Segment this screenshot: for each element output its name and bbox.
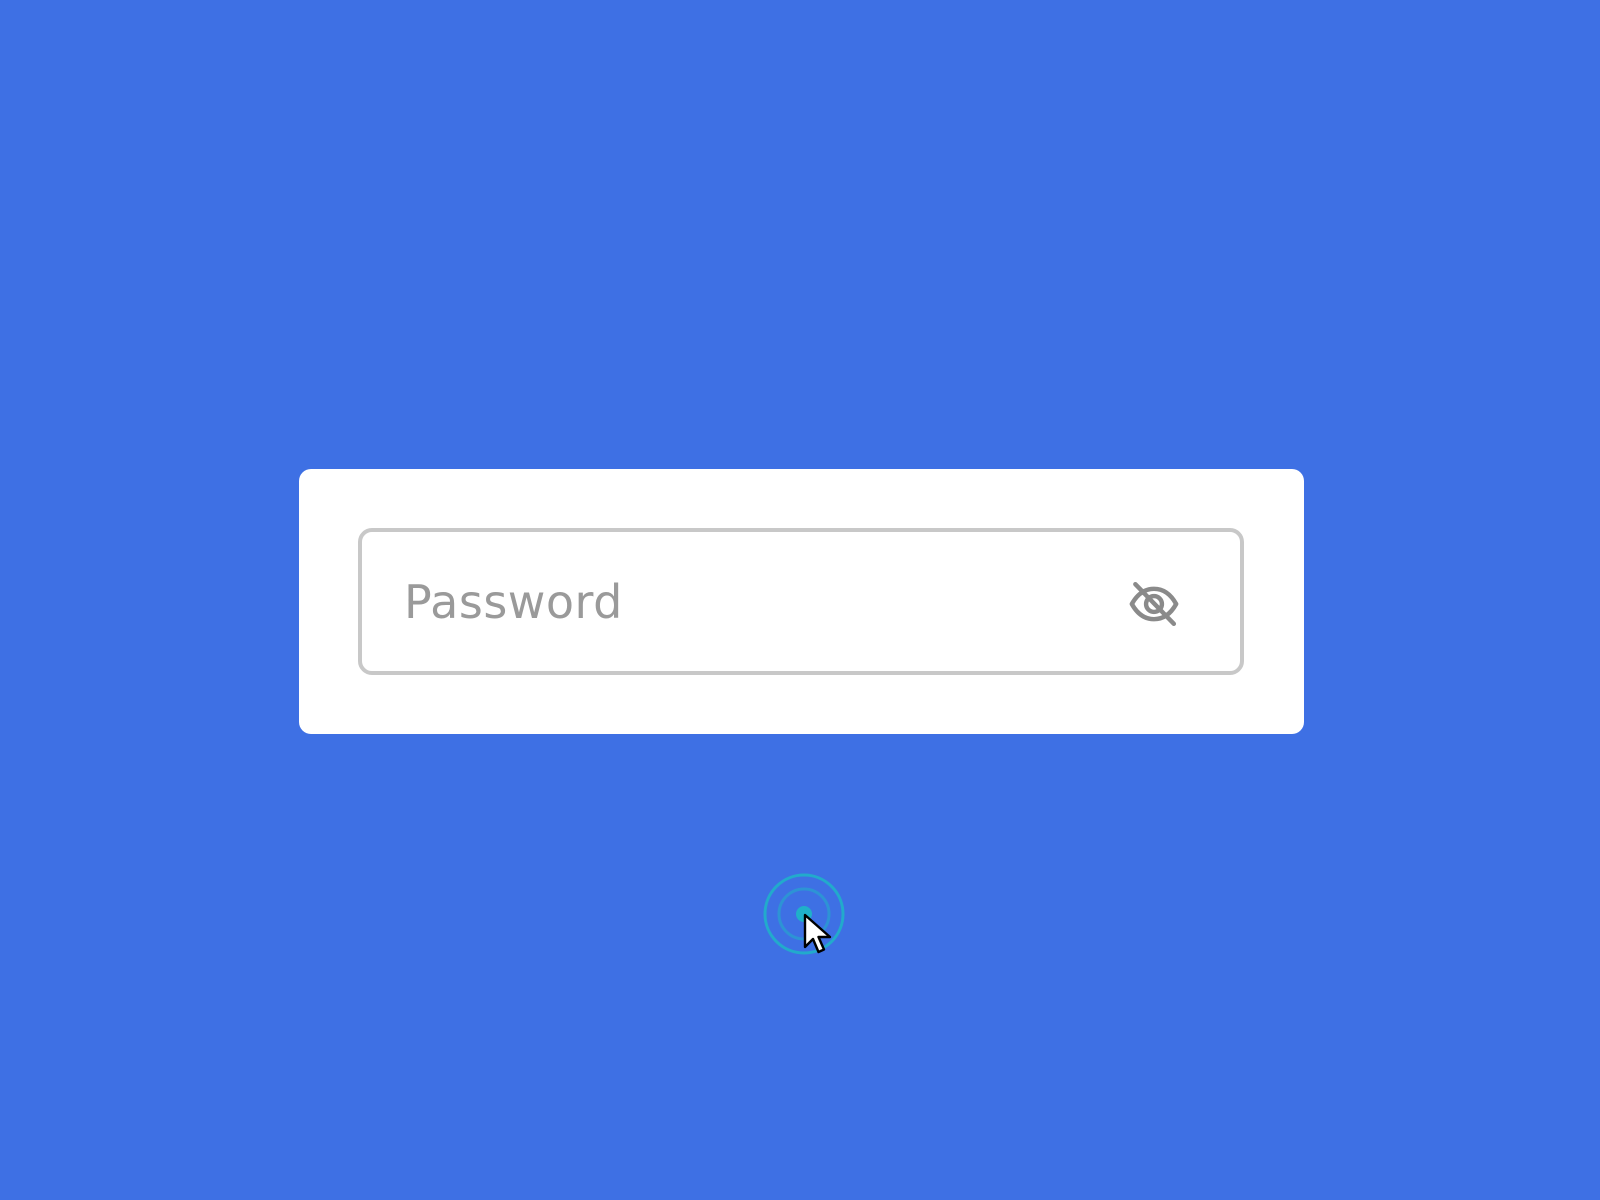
eye-off-icon bbox=[1129, 581, 1179, 627]
password-field-container[interactable] bbox=[358, 528, 1244, 675]
toggle-password-visibility-button[interactable] bbox=[1126, 576, 1182, 632]
password-input[interactable] bbox=[362, 532, 1240, 671]
mouse-cursor bbox=[762, 872, 846, 956]
password-card bbox=[299, 469, 1304, 734]
mouse-pointer-icon bbox=[803, 913, 832, 954]
